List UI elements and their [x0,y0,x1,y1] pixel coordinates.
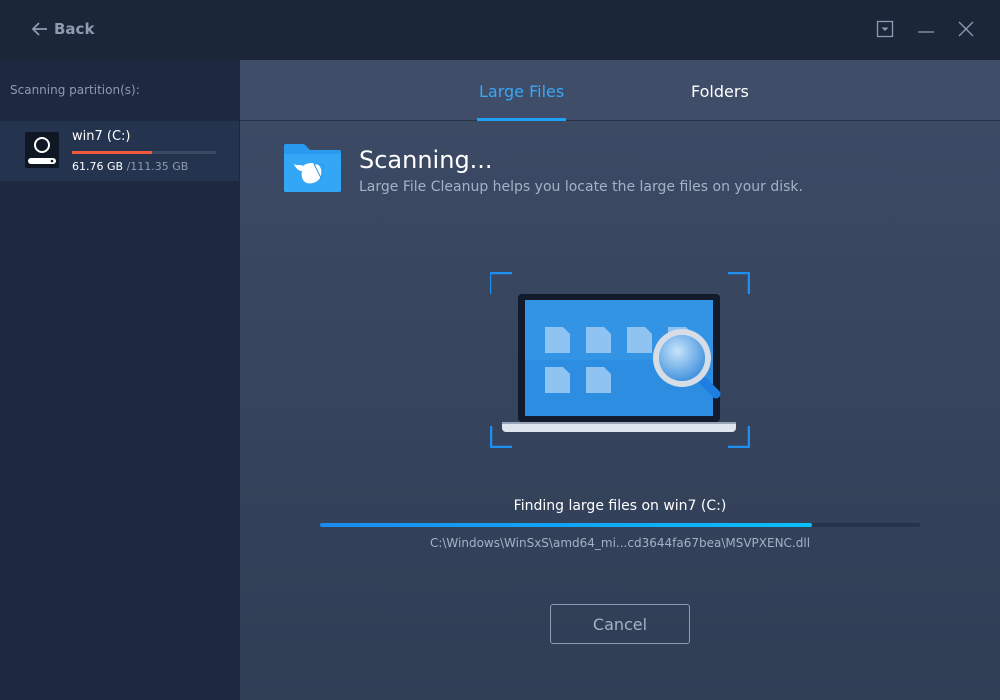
page-subtitle: Large File Cleanup helps you locate the … [359,179,803,195]
hard-disk-icon [25,132,59,168]
scan-progress-fill [320,523,812,527]
title-bar: Back [0,0,1000,60]
back-label: Back [54,20,95,38]
partition-size: 61.76 GB /111.35 GB [72,160,188,173]
current-file-path: C:\Windows\WinSxS\amd64_mi...cd3644fa67b… [429,536,811,550]
scanning-laptop-illustration [490,272,750,448]
cancel-button[interactable]: Cancel [550,604,690,644]
sidebar: Scanning partition(s): win7 (C:) 61.76 G… [0,60,240,700]
tab-bar: Large Files Folders [240,60,1000,121]
large-file-folder-icon [284,144,341,192]
dropdown-icon [876,20,894,38]
tab-large-files[interactable]: Large Files [476,82,567,121]
menu-dropdown-button[interactable] [876,20,896,40]
main-panel: Large Files Folders Scanning... Large Fi… [240,60,1000,700]
close-button[interactable] [957,20,977,40]
partition-total: /111.35 GB [126,160,189,173]
partition-usage-fill [72,151,152,154]
page-title: Scanning... [359,146,493,174]
partition-usage-bar [72,151,216,154]
partition-used: 61.76 GB [72,160,124,173]
arrow-left-icon [32,22,47,36]
partition-item[interactable]: win7 (C:) 61.76 GB /111.35 GB [0,121,239,181]
partition-name: win7 (C:) [72,129,131,144]
tab-folders[interactable]: Folders [691,82,749,101]
minimize-button[interactable] [917,20,937,40]
back-button[interactable]: Back [32,20,94,38]
scan-progress-bar [320,523,920,527]
close-icon [958,21,974,37]
minimize-icon [918,31,934,33]
scan-status: Finding large files on win7 (C:) [513,498,727,514]
scanning-partitions-label: Scanning partition(s): [10,83,140,97]
